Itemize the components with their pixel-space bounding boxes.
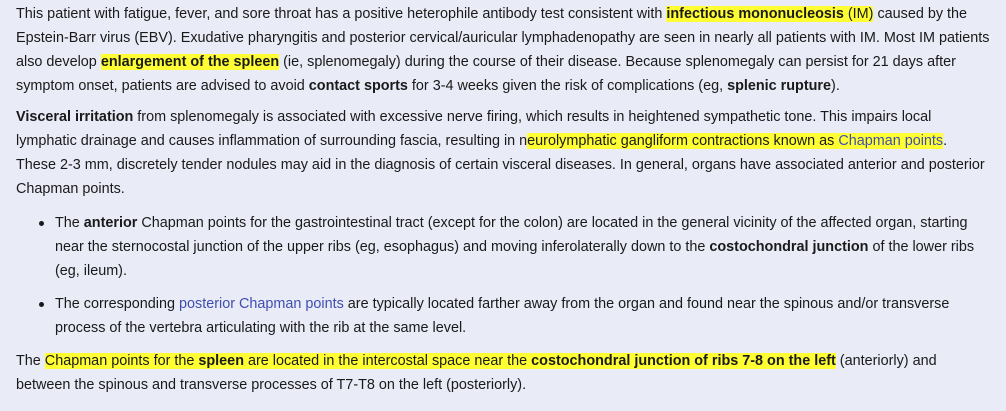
text: The <box>55 215 84 231</box>
bold-text: anterior <box>83 215 138 231</box>
list-item: The anterior Chapman points for the gast… <box>39 211 990 283</box>
text: Chapman points for the <box>44 353 199 369</box>
bold-text: contact sports <box>308 78 408 94</box>
explanation-content: This patient with fatigue, fever, and so… <box>0 0 1006 397</box>
paragraph-diagnosis: This patient with fatigue, fever, and so… <box>16 2 990 98</box>
text: (IM) <box>843 6 874 22</box>
text: for 3-4 weeks given the risk of complica… <box>407 78 728 94</box>
highlight-im: infectious mononucleosis (IM) <box>666 6 874 22</box>
highlight-spleen-enlargement: enlargement of the spleen <box>100 54 280 70</box>
bold-text: infectious mononucleosis <box>666 6 844 22</box>
bold-text: Visceral irritation <box>16 109 134 125</box>
chapman-points-list: The anterior Chapman points for the gast… <box>16 211 990 340</box>
highlight-spleen-points: Chapman points for the spleen are locate… <box>44 353 836 369</box>
text: ). <box>831 78 840 94</box>
list-item: The corresponding posterior Chapman poin… <box>39 292 990 340</box>
bold-text: splenic rupture <box>727 78 832 94</box>
bold-text: costochondral junction of ribs 7-8 on th… <box>531 353 836 369</box>
paragraph-visceral-irritation: Visceral irritation from splenomegaly is… <box>16 105 990 201</box>
text: are located in the intercostal space nea… <box>243 353 532 369</box>
text: The <box>16 353 45 369</box>
paragraph-spleen-points: The Chapman points for the spleen are lo… <box>16 349 990 397</box>
chapman-points-link[interactable]: Chapman points <box>838 133 943 149</box>
posterior-chapman-points-link[interactable]: posterior Chapman points <box>179 296 344 312</box>
text: eurolymphatic gangliform contractions kn… <box>527 133 839 149</box>
highlight-chapman: eurolymphatic gangliform contractions kn… <box>527 133 944 149</box>
text: The corresponding <box>55 296 179 312</box>
bold-text: costochondral junction <box>709 239 869 255</box>
bold-text: spleen <box>198 353 244 369</box>
text: This patient with fatigue, fever, and so… <box>16 6 667 22</box>
